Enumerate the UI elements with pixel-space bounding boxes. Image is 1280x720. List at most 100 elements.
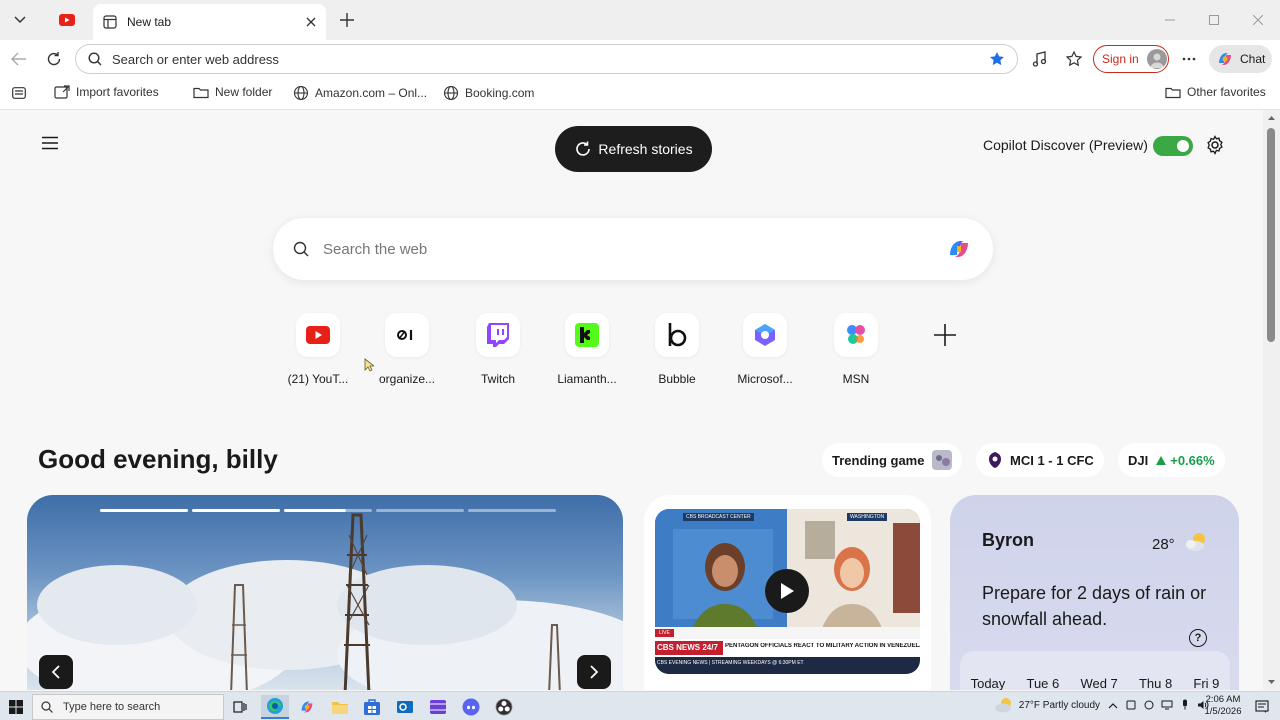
favorite-import[interactable]: Import favorites xyxy=(54,85,159,99)
other-favorites[interactable]: Other favorites xyxy=(1165,85,1266,99)
media-button[interactable] xyxy=(1029,48,1051,70)
store-icon xyxy=(364,699,380,715)
taskbar-weather[interactable]: 27°F Partly cloudy xyxy=(994,696,1100,714)
video-story-card[interactable]: CBS BROADCAST CENTER WASHINGTON LIVE CBS… xyxy=(644,495,931,690)
premier-league-icon xyxy=(989,452,1001,468)
quick-link-youtube[interactable]: (21) YouT... xyxy=(273,313,363,386)
favorites-button[interactable] xyxy=(1063,48,1085,70)
video-location-right: WASHINGTON xyxy=(847,513,888,521)
plus-icon xyxy=(340,13,354,27)
close-icon[interactable] xyxy=(306,17,316,27)
more-dots-icon xyxy=(1182,57,1196,61)
taskbar-app-discord[interactable] xyxy=(459,695,483,719)
play-button[interactable] xyxy=(765,569,809,613)
refresh-button[interactable] xyxy=(43,48,65,70)
tab-actions-icon xyxy=(12,87,26,99)
web-search-input[interactable] xyxy=(323,240,945,258)
clock-date: 1/5/2026 xyxy=(1204,706,1242,717)
weather-city: Byron xyxy=(982,530,1035,550)
taskbar-app-video-editor[interactable] xyxy=(426,695,450,719)
organize-icon xyxy=(397,330,413,340)
new-tab-button[interactable] xyxy=(336,9,358,31)
sidebar-toggle-button[interactable] xyxy=(12,87,32,99)
task-view-button[interactable] xyxy=(228,695,252,719)
page-menu-button[interactable] xyxy=(40,136,62,156)
video-player[interactable]: CBS BROADCAST CENTER WASHINGTON LIVE CBS… xyxy=(655,509,920,674)
quick-link-kick[interactable]: Liamanth... xyxy=(542,313,632,386)
windows-logo-icon xyxy=(9,700,23,714)
quick-link-msn[interactable]: MSN xyxy=(811,313,901,386)
favorite-label: New folder xyxy=(215,85,273,99)
mouse-cursor-icon xyxy=(364,358,374,372)
folder-icon xyxy=(193,87,209,98)
minimize-button[interactable] xyxy=(1160,10,1180,30)
quick-link-icon xyxy=(476,313,520,357)
stock-pill[interactable]: DJI +0.66% xyxy=(1118,443,1225,477)
carousel-previous-button[interactable] xyxy=(39,655,73,689)
page-scrollbar[interactable] xyxy=(1263,110,1280,690)
system-tray[interactable] xyxy=(1108,699,1209,713)
maximize-button[interactable] xyxy=(1204,10,1224,30)
tab-new-tab[interactable]: New tab xyxy=(93,4,326,40)
add-quick-link-button[interactable] xyxy=(900,313,990,357)
copilot-discover-label: Copilot Discover (Preview) xyxy=(983,137,1148,153)
youtube-icon xyxy=(306,326,330,344)
taskbar-app-edge[interactable] xyxy=(261,695,289,719)
settings-more-button[interactable] xyxy=(1178,48,1200,70)
stock-name: DJI xyxy=(1128,452,1149,468)
scroll-down-icon[interactable] xyxy=(1263,676,1280,688)
refresh-stories-button[interactable]: Refresh stories xyxy=(555,126,712,172)
film-icon xyxy=(430,700,446,714)
copilot-chat-button[interactable]: Chat xyxy=(1209,45,1272,73)
story-progress-segment xyxy=(284,509,372,512)
close-window-button[interactable] xyxy=(1248,10,1268,30)
carousel-next-button[interactable] xyxy=(577,655,611,689)
favorite-new-folder[interactable]: New folder xyxy=(193,85,272,99)
folder-icon xyxy=(1165,87,1181,98)
tab-youtube[interactable] xyxy=(56,10,78,30)
weather-card[interactable]: Byron 28° Prepare for 2 days of rain or … xyxy=(950,495,1239,690)
video-location-left: CBS BROADCAST CENTER xyxy=(683,513,754,521)
page-settings-button[interactable] xyxy=(1205,135,1227,157)
taskbar-app-store[interactable] xyxy=(360,695,384,719)
taskbar-app-file-explorer[interactable] xyxy=(328,695,352,719)
sports-score-pill[interactable]: MCI 1 - 1 CFC xyxy=(976,443,1104,477)
address-bar[interactable] xyxy=(75,44,1018,74)
web-search-box[interactable] xyxy=(273,218,993,280)
scroll-up-icon[interactable] xyxy=(1263,112,1280,124)
notifications-button[interactable] xyxy=(1250,695,1274,719)
quick-link-organize[interactable]: organize... xyxy=(362,313,452,386)
taskbar-app-outlook[interactable] xyxy=(393,695,417,719)
quick-link-microsoft[interactable]: Microsof... xyxy=(720,313,810,386)
taskbar-app-copilot[interactable] xyxy=(295,695,319,719)
quick-link-twitch[interactable]: Twitch xyxy=(453,313,543,386)
quick-link-icon xyxy=(565,313,609,357)
favorite-label: Import favorites xyxy=(76,85,159,99)
taskbar-weather-text: 27°F Partly cloudy xyxy=(1018,700,1101,711)
taskbar-search-box[interactable]: Type here to search xyxy=(32,694,224,720)
microphone-icon xyxy=(1183,699,1188,710)
favorite-star-icon[interactable] xyxy=(989,51,1005,67)
copilot-discover-toggle[interactable] xyxy=(1153,136,1193,156)
quick-link-bubble[interactable]: Bubble xyxy=(632,313,722,386)
video-headline: PENTAGON OFFICIALS REACT TO MILITARY ACT… xyxy=(725,643,920,649)
trending-game-pill[interactable]: Trending game xyxy=(822,443,963,477)
hero-story-card[interactable] xyxy=(27,495,623,690)
gear-icon xyxy=(1207,135,1223,155)
system-clock[interactable]: 2:06 AM 1/5/2026 xyxy=(1203,694,1243,718)
favorite-amazon[interactable]: Amazon.com – Onl... xyxy=(293,85,427,101)
weather-help-icon[interactable]: ? xyxy=(1189,629,1207,647)
back-button[interactable] xyxy=(8,48,30,70)
tab-actions-menu-button[interactable] xyxy=(8,8,32,32)
taskbar-app-obs[interactable] xyxy=(492,695,516,719)
tray-app-icon xyxy=(1126,700,1136,710)
start-button[interactable] xyxy=(4,695,28,719)
favorite-booking[interactable]: Booking.com xyxy=(443,85,534,101)
task-view-icon xyxy=(233,701,247,713)
sign-in-button[interactable]: Sign in xyxy=(1093,45,1169,73)
folder-icon xyxy=(332,701,348,714)
quick-link-label: organize... xyxy=(378,372,436,386)
copilot-icon[interactable] xyxy=(945,235,973,263)
scrollbar-thumb[interactable] xyxy=(1267,128,1275,342)
address-input[interactable] xyxy=(112,51,989,67)
